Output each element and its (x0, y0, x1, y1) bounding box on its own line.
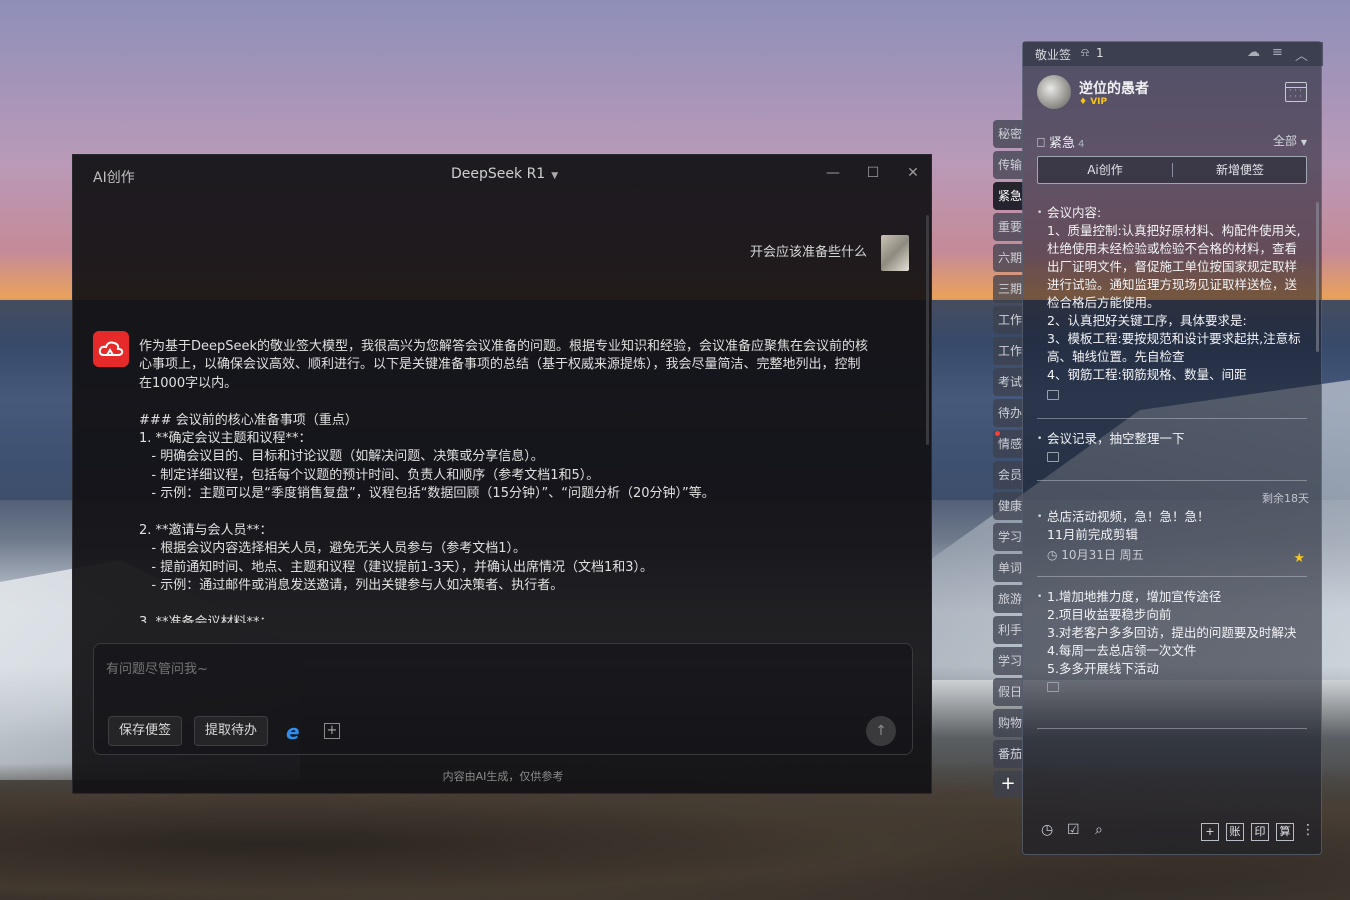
category-tab[interactable]: 待办 (993, 399, 1023, 427)
note-type-icon (1047, 682, 1059, 692)
category-tab[interactable]: 传输 (993, 151, 1023, 179)
category-tab[interactable]: 秘密 (993, 120, 1023, 148)
question-input-box: 保存便签 提取待办 e + ↑ (93, 643, 913, 755)
note-item[interactable]: 总店活动视频，急！急！急！ 11月前完成剪辑 ◷ 10月31日 周五 ★ (1037, 508, 1309, 566)
menu-icon[interactable]: ≡ (1272, 45, 1283, 60)
category-tab[interactable]: 番茄 (993, 740, 1023, 768)
category-tab[interactable]: 购物 (993, 709, 1023, 737)
note-text: 会议内容: 1、质量控制:认真把好原材料、构配件使用关,杜绝使用未经检验或检验不… (1037, 204, 1309, 386)
cloud-sync-icon[interactable]: ☁ (1247, 45, 1260, 60)
calculator-button[interactable]: 算 (1276, 823, 1294, 841)
note-text: 1.增加地推力度，增加宣传途径 2.项目收益要稳步向前 3.对老客户多多回访，提… (1037, 588, 1309, 678)
category-tab[interactable]: 重要 (993, 213, 1023, 241)
category-tabs: 秘密 传输 紧急 重要 六期 三期 工作 工作 考试 待办 情感 会员 健康 学… (993, 120, 1023, 797)
account-button[interactable]: 账 (1226, 823, 1244, 841)
add-attachment-icon[interactable]: + (324, 723, 340, 739)
notification-bell-icon[interactable]: ⍾ (1081, 45, 1089, 60)
filter-label: 全部 (1273, 134, 1298, 148)
user-avatar[interactable] (1037, 75, 1071, 109)
divider (1037, 418, 1307, 419)
category-name: 紧急 (1048, 136, 1075, 151)
add-category-button[interactable]: + (993, 771, 1023, 797)
category-tab[interactable]: 六期 (993, 244, 1023, 272)
extract-todo-button[interactable]: 提取待办 (194, 716, 269, 746)
add-icon[interactable]: + (1201, 823, 1219, 841)
user-name: 逆位的愚者 (1079, 81, 1149, 97)
category-tab[interactable]: 利手 (993, 616, 1023, 644)
notes-footer: ◷ ☑ ⌕ + 账 印 算 ⋮ (1023, 818, 1323, 848)
user-message: 开会应该准备些什么 (749, 245, 867, 260)
collapse-icon[interactable]: ︿ (1295, 45, 1308, 64)
chevron-down-icon: ▼ (1300, 138, 1307, 147)
note-text: 总店活动视频，急！急！急！ 11月前完成剪辑 (1037, 508, 1309, 544)
more-icon[interactable]: ⋮ (1301, 822, 1315, 838)
chat-area: 开会应该准备些什么 作为基于DeepSeek的敬业签大模型，我很高兴为您解答会议… (73, 203, 933, 623)
unread-dot (995, 431, 1000, 436)
bookmark-icon: ⎕ (1037, 136, 1045, 151)
note-date-text: 10月31日 周五 (1061, 548, 1144, 562)
ai-creation-window: AI创作 DeepSeek R1 ▼ — ☐ ✕ 开会应该准备些什么 作为基于De… (72, 154, 932, 794)
notification-count: 1 (1096, 46, 1104, 60)
category-tab-active[interactable]: 紧急 (993, 182, 1023, 210)
minimize-button[interactable]: — (823, 165, 843, 181)
category-tab[interactable]: 工作 (993, 306, 1023, 334)
ai-create-button[interactable]: Ai创作 (1038, 157, 1172, 183)
notes-panel: 敬业签 ⍾ 1 ☁ ≡ ︿ 逆位的愚者 ♦ VIP ⎕ 紧急4 全部 ▼ Ai创… (1022, 41, 1323, 855)
chat-scrollbar[interactable] (926, 215, 929, 445)
vip-label: VIP (1090, 97, 1108, 107)
divider (1037, 480, 1307, 481)
category-tab[interactable]: 假日 (993, 678, 1023, 706)
notes-scrollbar[interactable] (1316, 202, 1319, 352)
category-tab[interactable]: 工作 (993, 337, 1023, 365)
vip-badge: ♦ VIP (1079, 97, 1108, 107)
category-tab[interactable]: 考试 (993, 368, 1023, 396)
category-tab[interactable]: 学习 (993, 523, 1023, 551)
note-type-icon (1047, 390, 1059, 400)
category-tab[interactable]: 旅游 (993, 585, 1023, 613)
checklist-icon[interactable]: ☑ (1067, 822, 1080, 838)
category-tab[interactable]: 学习 (993, 647, 1023, 675)
clock-icon[interactable]: ◷ (1041, 822, 1053, 838)
current-category: ⎕ 紧急 4 (1037, 132, 1084, 151)
model-name: DeepSeek R1 (451, 166, 546, 182)
save-note-button[interactable]: 保存便签 (108, 716, 183, 746)
filter-dropdown[interactable]: 全部 ▼ (1273, 132, 1307, 149)
category-tab[interactable]: 三期 (993, 275, 1023, 303)
print-button[interactable]: 印 (1251, 823, 1269, 841)
star-icon[interactable]: ★ (1293, 550, 1305, 568)
note-date: ◷ 10月31日 周五 (1047, 548, 1144, 562)
app-name: 敬业签 (1035, 48, 1072, 62)
browser-ie-icon[interactable]: e (286, 720, 300, 744)
category-count: 4 (1077, 139, 1085, 150)
notes-header: 敬业签 ⍾ 1 ☁ ≡ ︿ (1023, 42, 1323, 66)
note-item[interactable]: 会议内容: 1、质量控制:认真把好原材料、构配件使用关,杜绝使用未经检验或检验不… (1037, 204, 1309, 405)
divider (1037, 576, 1307, 577)
notes-action-bar: Ai创作 新增便签 (1037, 156, 1307, 184)
note-item[interactable]: 1.增加地推力度，增加宣传途径 2.项目收益要稳步向前 3.对老客户多多回访，提… (1037, 588, 1309, 697)
category-tab[interactable]: 单词 (993, 554, 1023, 582)
search-icon[interactable]: ⌕ (1095, 822, 1103, 838)
bot-message: 作为基于DeepSeek的敬业签大模型，我很高兴为您解答会议准备的问题。根据专业… (139, 339, 869, 623)
notes-list: 会议内容: 1、质量控制:认真把好原材料、构配件使用关,杜绝使用未经检验或检验不… (1023, 200, 1323, 820)
note-text: 会议记录，抽空整理一下 (1037, 430, 1309, 448)
chevron-down-icon: ▼ (551, 171, 559, 181)
calendar-icon[interactable] (1285, 82, 1307, 102)
remaining-days: 剩余18天 (1262, 492, 1309, 505)
window-title: AI创作 (93, 170, 135, 186)
question-input[interactable] (106, 662, 886, 677)
note-type-icon (1047, 452, 1059, 462)
category-tab[interactable]: 会员 (993, 461, 1023, 489)
close-button[interactable]: ✕ (903, 165, 923, 181)
divider (1037, 728, 1307, 729)
category-tab[interactable]: 健康 (993, 492, 1023, 520)
user-avatar (881, 235, 909, 271)
bot-avatar (93, 331, 129, 367)
note-item[interactable]: 会议记录，抽空整理一下 (1037, 430, 1309, 467)
cloud-logo-icon (98, 341, 124, 356)
model-selector[interactable]: DeepSeek R1 ▼ (451, 166, 558, 182)
maximize-button[interactable]: ☐ (863, 165, 883, 181)
new-note-button[interactable]: 新增便签 (1173, 157, 1307, 183)
send-icon[interactable]: ↑ (866, 716, 896, 746)
ai-disclaimer: 内容由AI生成，仅供参考 (442, 770, 564, 783)
